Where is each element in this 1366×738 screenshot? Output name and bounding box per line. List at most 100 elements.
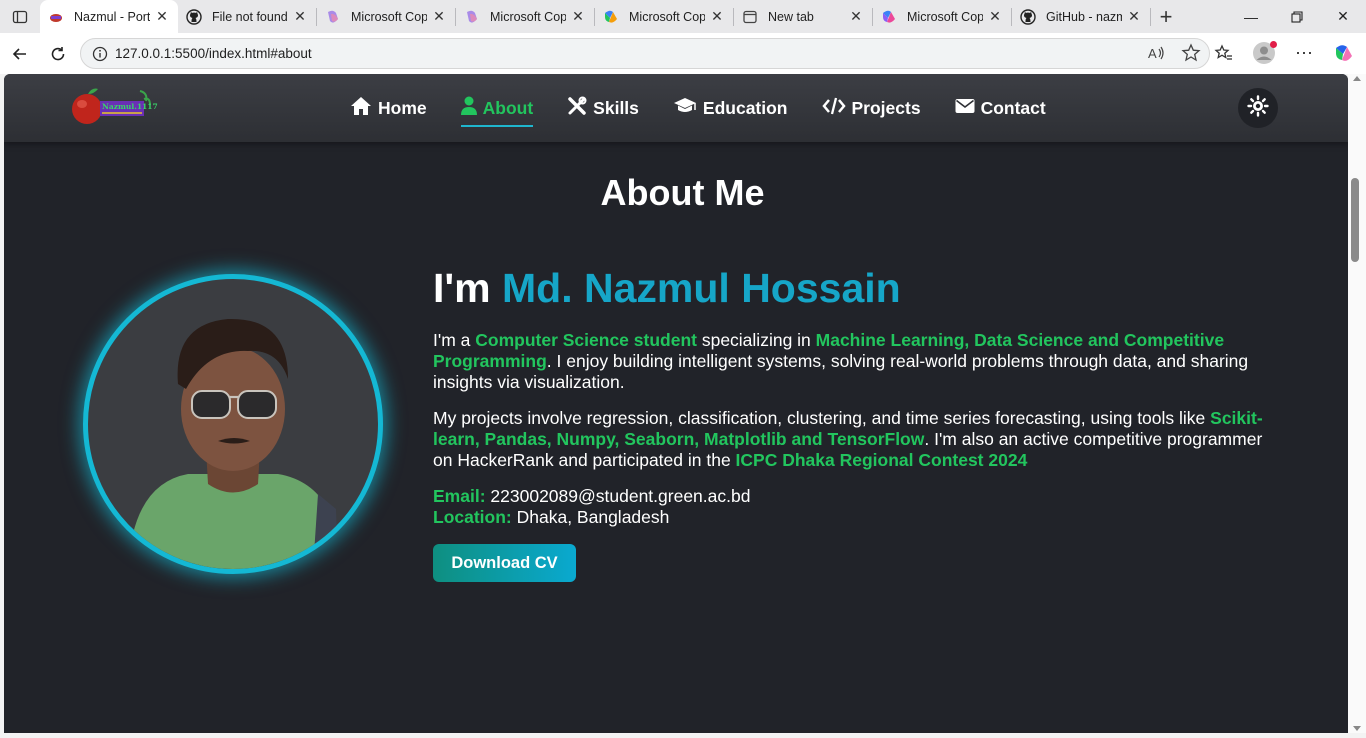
logo-text: Nazmul.1117 [102,102,158,111]
browser-tab-github[interactable]: GitHub - nazm ✕ [1012,0,1150,33]
tab-actions-icon[interactable] [0,0,40,33]
close-tab-icon[interactable]: ✕ [154,8,170,25]
email-value: 223002089@student.green.ac.bd [490,486,751,506]
tab-title: Microsoft Cop [629,9,705,24]
section-title: About Me [600,172,765,213]
copilot-icon [881,9,897,25]
download-cv-button[interactable]: Download CV [433,544,576,582]
profile-photo [83,274,383,574]
browser-tab-copilot-3[interactable]: Microsoft Cop ✕ [595,0,733,33]
portfolio-favicon [48,9,64,25]
tools-icon [567,96,587,121]
nav-label: About [482,97,534,118]
email-line: Email: 223002089@student.green.ac.bd [433,486,1283,507]
url-text: 127.0.0.1:5500/index.html#about [115,46,312,61]
theme-toggle-button[interactable] [1238,88,1278,128]
new-tab-icon [742,9,758,25]
page-viewport: Nazmul.1117 Home About Skills Education … [4,74,1348,733]
nav-projects[interactable]: Projects [821,96,921,121]
about-paragraph-2: My projects involve regression, classifi… [433,408,1283,471]
window-bottom-edge [0,733,1366,738]
email-label: Email: [433,486,486,506]
browser-tab-copilot-2[interactable]: Microsoft Cop ✕ [456,0,594,33]
code-icon [821,96,846,121]
p2-highlight-2: ICPC Dhaka Regional Contest 2024 [735,450,1028,470]
notification-dot [1270,41,1277,48]
tab-title: Microsoft Cop [907,9,983,24]
nav-home[interactable]: Home [350,96,427,121]
github-icon [1020,8,1036,25]
greeting-prefix: I'm [433,265,491,311]
copilot-sidebar-icon[interactable] [1330,39,1358,67]
nav-skills[interactable]: Skills [567,96,639,121]
p1-text-c: . I enjoy building intelligent systems, … [433,351,1249,392]
refresh-icon[interactable] [40,36,76,72]
close-tab-icon[interactable]: ✕ [570,8,586,25]
nav-label: Projects [851,97,921,118]
site-info-icon[interactable] [85,46,115,62]
nav-links: Home About Skills Education Projects Con… [350,74,1080,142]
tab-title: File not found [212,9,288,24]
browser-toolbar: 127.0.0.1:5500/index.html#about A ⋯ [0,33,1366,74]
scrollbar-thumb[interactable] [1351,178,1359,262]
close-window-icon[interactable]: ✕ [1320,0,1366,33]
browser-tab-bar: Nazmul - Portf ✕ File not found ✕ Micros… [0,0,1366,33]
nav-education[interactable]: Education [673,97,788,120]
svg-text:A: A [1148,46,1157,61]
graduation-cap-icon [673,97,697,120]
p1-text-a: I'm a [433,330,476,350]
browser-tab-portfolio[interactable]: Nazmul - Portf ✕ [40,0,178,33]
person-name: Md. Nazmul Hossain [502,265,901,311]
tab-title: GitHub - nazm [1046,9,1122,24]
new-tab-button[interactable]: + [1151,0,1181,33]
profile-avatar-icon[interactable] [1250,39,1278,67]
copilot-icon [325,9,341,25]
browser-tab-file-not-found[interactable]: File not found ✕ [178,0,316,33]
nav-label: Home [378,97,427,118]
home-icon [350,96,372,121]
close-tab-icon[interactable]: ✕ [292,8,308,25]
site-logo[interactable]: Nazmul.1117 [70,85,158,127]
copilot-icon [464,9,480,25]
user-icon [460,96,477,121]
envelope-icon [955,98,975,119]
site-navbar: Nazmul.1117 Home About Skills Education … [4,74,1348,142]
nav-label: Skills [593,97,639,118]
nav-label: Education [702,97,788,118]
browser-tab-copilot-1[interactable]: Microsoft Cop ✕ [317,0,455,33]
read-aloud-icon[interactable]: A [1147,43,1167,68]
close-tab-icon[interactable]: ✕ [848,8,864,25]
nav-contact[interactable]: Contact [955,98,1046,119]
tab-title: New tab [768,9,814,24]
tab-title: Microsoft Cop [351,9,427,24]
nav-about[interactable]: About [460,96,534,127]
copilot-icon [603,9,619,25]
p2-text-a: My projects involve regression, classifi… [433,408,1211,428]
minimize-icon[interactable]: — [1228,0,1274,33]
close-tab-icon[interactable]: ✕ [709,8,725,25]
favorite-star-icon[interactable] [1181,43,1201,68]
location-label: Location: [433,507,512,527]
location-value: Dhaka, Bangladesh [516,507,670,527]
close-tab-icon[interactable]: ✕ [987,8,1003,25]
address-bar[interactable]: 127.0.0.1:5500/index.html#about A [80,38,1210,69]
nav-label: Contact [980,97,1046,118]
close-tab-icon[interactable]: ✕ [1126,8,1142,25]
about-content: I'm Md. Nazmul Hossain I'm a Computer Sc… [433,264,1283,582]
page-scrollbar[interactable] [1348,74,1366,733]
scroll-up-arrow-icon[interactable] [1353,76,1361,81]
restore-icon[interactable] [1274,0,1320,33]
close-tab-icon[interactable]: ✕ [431,8,447,25]
about-paragraph-1: I'm a Computer Science student specializ… [433,330,1283,393]
browser-tab-new-tab[interactable]: New tab ✕ [734,0,872,33]
greeting-heading: I'm Md. Nazmul Hossain [433,264,1283,312]
p1-text-b: specializing in [696,330,816,350]
p1-highlight-1: Computer Science student [475,330,697,350]
back-icon[interactable] [2,36,38,72]
browser-tab-copilot-4[interactable]: Microsoft Cop ✕ [873,0,1011,33]
tab-title: Nazmul - Portf [74,9,150,24]
favorites-icon[interactable] [1210,39,1238,67]
more-menu-icon[interactable]: ⋯ [1290,39,1318,67]
scroll-down-arrow-icon[interactable] [1353,726,1361,731]
tab-title: Microsoft Cop [490,9,566,24]
